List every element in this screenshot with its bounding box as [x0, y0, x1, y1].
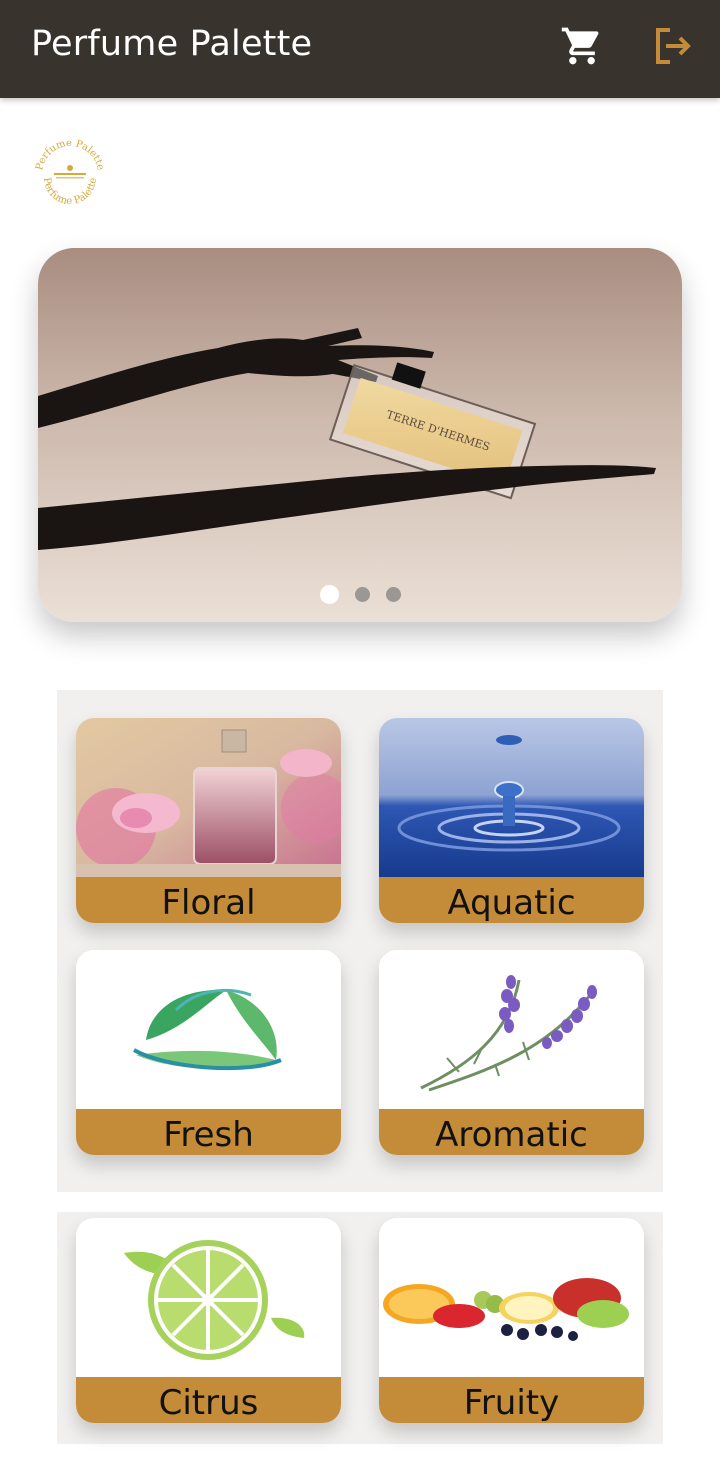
- app-bar: Perfume Palette: [0, 0, 720, 98]
- logout-icon: [656, 28, 691, 64]
- category-card-fresh[interactable]: Fresh: [76, 950, 341, 1155]
- category-label: Fruity: [379, 1377, 644, 1423]
- category-card-floral[interactable]: Floral: [76, 718, 341, 923]
- category-label: Citrus: [76, 1377, 341, 1423]
- category-label: Aromatic: [379, 1109, 644, 1155]
- logout-button[interactable]: [650, 24, 696, 68]
- category-label: Aquatic: [379, 877, 644, 923]
- app-title: Perfume Palette: [31, 24, 313, 64]
- category-label: Floral: [76, 877, 341, 923]
- carousel-dot-2[interactable]: [354, 587, 370, 602]
- banner-image: TERRE D'HERMES: [38, 248, 682, 622]
- category-card-fruity[interactable]: Fruity: [379, 1218, 644, 1423]
- cart-icon: [561, 27, 599, 65]
- floral-image: [76, 718, 341, 878]
- carousel-dot-3[interactable]: [385, 587, 401, 602]
- aquatic-image: [379, 718, 644, 878]
- category-card-aquatic[interactable]: Aquatic: [379, 718, 644, 923]
- citrus-image: [76, 1218, 341, 1378]
- carousel-indicators: [38, 585, 682, 604]
- category-card-aromatic[interactable]: Aromatic: [379, 950, 644, 1155]
- fresh-image: [76, 950, 341, 1110]
- fruity-image: [379, 1218, 644, 1378]
- category-card-citrus[interactable]: Citrus: [76, 1218, 341, 1423]
- aromatic-image: [379, 950, 644, 1110]
- category-label: Fresh: [76, 1109, 341, 1155]
- cart-button[interactable]: [560, 24, 604, 68]
- banner-carousel[interactable]: TERRE D'HERMES: [38, 248, 682, 622]
- brand-logo: Perfume Palette Perfume Palette: [32, 136, 108, 212]
- carousel-dot-1[interactable]: [319, 585, 339, 604]
